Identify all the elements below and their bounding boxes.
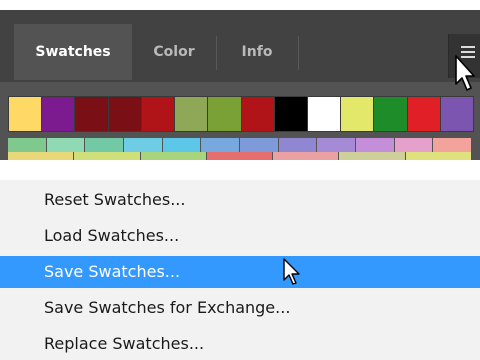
color-swatch[interactable] — [394, 138, 434, 152]
color-swatch[interactable] — [407, 97, 441, 131]
mouse-pointer-icon — [283, 258, 300, 285]
color-swatch[interactable] — [42, 97, 76, 131]
tab-divider — [298, 36, 299, 70]
tab-swatches[interactable]: Swatches — [14, 24, 132, 80]
color-swatch[interactable] — [140, 152, 207, 160]
color-swatch[interactable] — [440, 97, 474, 131]
menu-item-save-swatches[interactable]: Save Swatches... — [0, 256, 480, 288]
color-swatch[interactable] — [75, 97, 109, 131]
hamburger-menu-icon — [461, 46, 475, 48]
color-swatch[interactable] — [317, 138, 357, 152]
panel-flyout-menu: Reset Swatches... Load Swatches... Save … — [0, 180, 480, 360]
color-swatch[interactable] — [356, 138, 395, 152]
color-swatch[interactable] — [162, 138, 202, 152]
panel-top-edge — [0, 0, 480, 10]
color-swatch[interactable] — [206, 152, 274, 160]
color-swatch[interactable] — [141, 97, 176, 131]
swatch-grid-row — [8, 96, 474, 132]
color-swatch[interactable] — [273, 152, 340, 160]
menu-item-save-swatches-for-exchange[interactable]: Save Swatches for Exchange... — [0, 292, 480, 324]
menu-item-reset-swatches[interactable]: Reset Swatches... — [0, 184, 480, 216]
color-swatch[interactable] — [208, 97, 242, 131]
tab-color[interactable]: Color — [132, 24, 216, 80]
color-swatch[interactable] — [46, 138, 86, 152]
color-swatch[interactable] — [274, 97, 308, 131]
hamburger-menu-icon-line — [461, 51, 475, 53]
menu-item-replace-swatches[interactable]: Replace Swatches... — [0, 328, 480, 360]
color-swatch[interactable] — [374, 97, 408, 131]
mouse-pointer-icon — [455, 55, 475, 91]
color-swatch[interactable] — [108, 97, 142, 131]
color-swatch[interactable] — [240, 138, 279, 152]
color-swatch[interactable] — [201, 138, 241, 152]
menu-item-load-swatches[interactable]: Load Swatches... — [0, 220, 480, 252]
panel-tab-bar: Swatches Color Info — [0, 10, 480, 82]
color-swatch[interactable] — [278, 138, 318, 152]
color-swatch[interactable] — [241, 97, 275, 131]
color-swatch[interactable] — [175, 97, 209, 131]
color-swatch[interactable] — [433, 138, 473, 152]
color-swatch[interactable] — [405, 152, 472, 160]
color-swatch[interactable] — [74, 152, 141, 160]
swatch-grid-row — [8, 152, 472, 160]
color-swatch[interactable] — [8, 138, 47, 152]
color-swatch[interactable] — [85, 138, 125, 152]
color-swatch[interactable] — [339, 152, 406, 160]
color-swatch[interactable] — [307, 97, 342, 131]
swatches-panel: Swatches Color Info — [0, 0, 480, 160]
swatch-grid-row — [8, 138, 473, 152]
color-swatch[interactable] — [341, 97, 375, 131]
color-swatch[interactable] — [124, 138, 163, 152]
color-swatch[interactable] — [8, 152, 75, 160]
color-swatch[interactable] — [9, 97, 43, 131]
tab-info[interactable]: Info — [216, 24, 298, 80]
